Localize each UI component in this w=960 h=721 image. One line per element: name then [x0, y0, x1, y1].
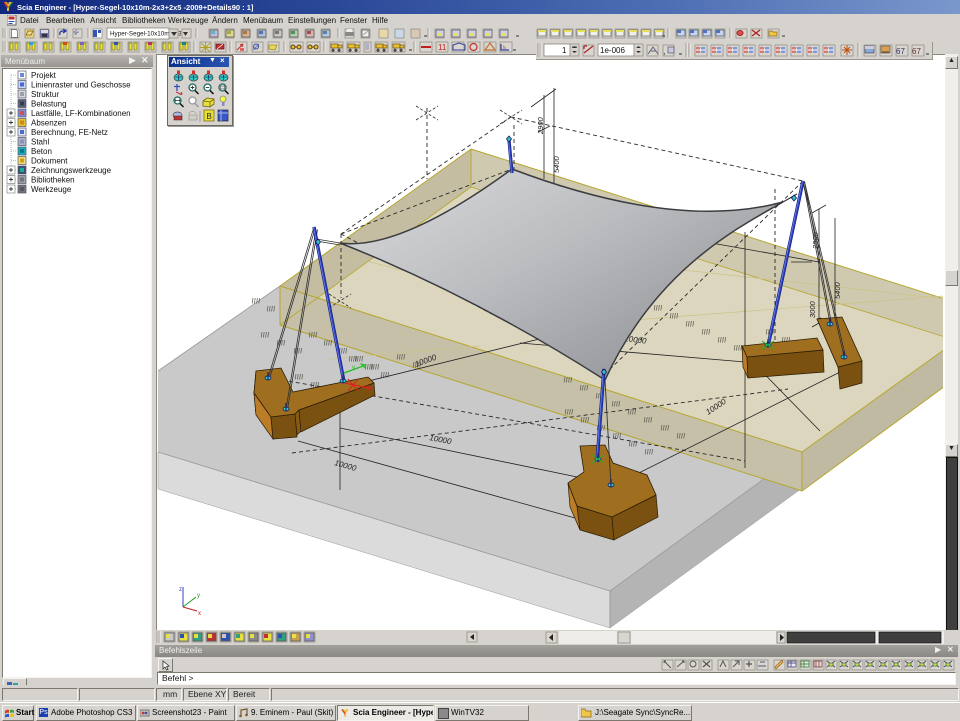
svg-text:67: 67 [896, 47, 905, 56]
svg-text:Zeichnungswerkzeuge: Zeichnungswerkzeuge [31, 166, 112, 175]
svg-text:z: z [179, 587, 182, 593]
svg-text:Stahl: Stahl [31, 138, 49, 147]
svg-text:x: x [198, 611, 201, 617]
svg-text:Struktur: Struktur [31, 90, 59, 99]
svg-text:5400: 5400 [833, 281, 842, 299]
svg-text:Lastfälle, LF-Kombinationen: Lastfälle, LF-Kombinationen [31, 109, 131, 118]
svg-text:B: B [207, 112, 212, 121]
svg-text:Beton: Beton [31, 147, 52, 156]
svg-text:Projekt: Projekt [31, 71, 57, 80]
svg-text:Werkzeuge: Werkzeuge [31, 185, 72, 194]
svg-text:1: 1 [562, 46, 567, 55]
svg-text:Dokument: Dokument [31, 157, 68, 166]
svg-text:y: y [197, 593, 200, 599]
svg-text:Belastung: Belastung [31, 100, 67, 109]
svg-text:11: 11 [438, 43, 447, 52]
svg-text:Linienraster und Geschosse: Linienraster und Geschosse [31, 81, 131, 90]
svg-text:2900: 2900 [536, 116, 545, 135]
svg-text:3000: 3000 [808, 300, 817, 318]
svg-text:1e-006: 1e-006 [600, 46, 625, 55]
svg-text:,: , [663, 46, 666, 56]
svg-text:Bibliotheken: Bibliotheken [31, 176, 75, 185]
svg-text:Absenzen: Absenzen [31, 119, 67, 128]
svg-text:y: y [352, 365, 355, 371]
svg-text:5400: 5400 [552, 155, 561, 173]
svg-text:67: 67 [912, 47, 921, 56]
svg-text:Berechnung, FE-Netz: Berechnung, FE-Netz [31, 128, 108, 137]
